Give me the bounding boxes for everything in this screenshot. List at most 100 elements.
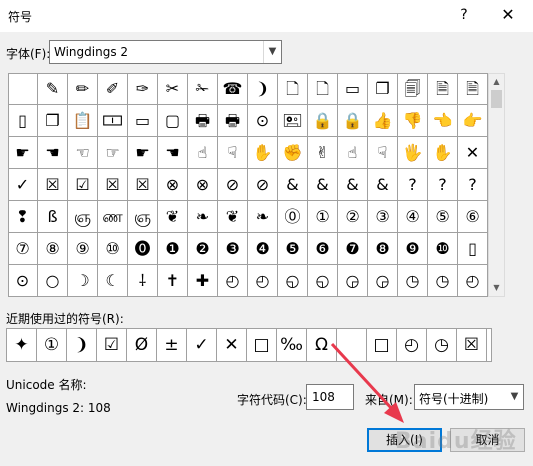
symbol-cell[interactable]: ❻: [308, 233, 338, 265]
symbol-cell[interactable]: ☎: [218, 73, 248, 105]
recent-symbol-cell[interactable]: ❩: [67, 329, 97, 361]
symbol-cell[interactable]: 🖐: [398, 137, 428, 169]
symbol-cell[interactable]: ⑥: [458, 201, 488, 233]
recent-symbol-cell[interactable]: ✕: [217, 329, 247, 361]
recent-symbol-cell[interactable]: ‰: [277, 329, 307, 361]
symbol-cell[interactable]: 👎: [398, 105, 428, 137]
symbol-cell[interactable]: ⊗: [158, 169, 188, 201]
symbol-cell[interactable]: 🗋: [278, 73, 308, 105]
symbol-cell[interactable]: ◴: [248, 265, 278, 297]
symbol-cell[interactable]: 👈: [428, 105, 458, 137]
recent-symbol-cell[interactable]: □: [367, 329, 397, 361]
symbol-cell[interactable]: &: [278, 169, 308, 201]
recent-symbol-cell[interactable]: Ω: [307, 329, 337, 361]
symbol-cell[interactable]: ⑩: [98, 233, 128, 265]
symbol-cell[interactable]: ⑨: [68, 233, 98, 265]
symbol-cell[interactable]: 👉: [458, 105, 488, 137]
symbol-cell[interactable]: ▭: [338, 73, 368, 105]
symbol-cell[interactable]: ◴: [458, 265, 488, 297]
symbol-cell[interactable]: ◴: [218, 265, 248, 297]
symbol-cell[interactable]: ❐: [368, 73, 398, 105]
recent-symbol-cell[interactable]: □: [247, 329, 277, 361]
symbol-cell[interactable]: ❼: [338, 233, 368, 265]
scroll-up-icon[interactable]: ▲: [489, 74, 504, 90]
symbol-cell[interactable]: ☜: [68, 137, 98, 169]
symbol-cell[interactable]: ண: [98, 201, 128, 233]
symbol-cell[interactable]: ▯: [8, 105, 38, 137]
symbol-cell[interactable]: 🖶: [188, 105, 218, 137]
symbol-cell[interactable]: ☚: [38, 137, 68, 169]
symbol-cell[interactable]: ◷: [398, 265, 428, 297]
symbol-cell[interactable]: ✋: [428, 137, 458, 169]
char-code-input[interactable]: 108: [306, 384, 354, 410]
symbol-cell[interactable]: ❹: [248, 233, 278, 265]
symbol-cell[interactable]: 👍: [368, 105, 398, 137]
symbol-cell[interactable]: ❩: [248, 73, 278, 105]
symbol-cell[interactable]: ▢: [158, 105, 188, 137]
symbol-cell[interactable]: ☟: [218, 137, 248, 169]
symbol-cell[interactable]: ⸸: [128, 265, 158, 297]
symbol-cell[interactable]: ✓: [8, 169, 38, 201]
symbol-cell[interactable]: ⓪: [278, 201, 308, 233]
symbol-cell[interactable]: ✕: [458, 137, 488, 169]
symbol-cell[interactable]: ❧: [248, 201, 278, 233]
symbol-cell[interactable]: ☒: [98, 169, 128, 201]
scroll-down-icon[interactable]: ▼: [489, 280, 504, 296]
symbol-cell[interactable]: ☛: [8, 137, 38, 169]
recent-symbol-cell[interactable]: [337, 329, 367, 361]
chevron-down-icon[interactable]: ▼: [263, 41, 281, 63]
symbol-cell[interactable]: ß: [38, 201, 68, 233]
help-button[interactable]: ?: [454, 4, 474, 26]
from-dropdown[interactable]: 符号(十进制) ▼: [414, 384, 524, 410]
symbol-cell[interactable]: ❶: [158, 233, 188, 265]
symbol-cell[interactable]: ❾: [398, 233, 428, 265]
symbol-cell[interactable]: ☟: [368, 137, 398, 169]
symbol-cell[interactable]: ☛: [128, 137, 158, 169]
symbol-cell[interactable]: ❦: [218, 201, 248, 233]
symbol-cell[interactable]: ❷: [188, 233, 218, 265]
symbol-cell[interactable]: ஞ: [68, 201, 98, 233]
symbol-cell[interactable]: ☾: [98, 265, 128, 297]
symbol-cell[interactable]: ○: [38, 265, 68, 297]
recent-symbol-cell[interactable]: ✦: [7, 329, 37, 361]
insert-button[interactable]: 插入(I): [367, 428, 442, 452]
symbol-cell[interactable]: ⑦: [8, 233, 38, 265]
recent-symbol-cell[interactable]: ✓: [187, 329, 217, 361]
symbol-cell[interactable]: ✑: [128, 73, 158, 105]
symbol-cell[interactable]: 🔒: [308, 105, 338, 137]
symbol-cell[interactable]: ❦: [158, 201, 188, 233]
symbol-cell[interactable]: ✁: [188, 73, 218, 105]
grid-scrollbar[interactable]: ▲ ▼: [488, 73, 505, 297]
recent-symbol-cell[interactable]: ☑: [97, 329, 127, 361]
symbol-cell[interactable]: 🗎: [428, 73, 458, 105]
symbol-cell[interactable]: ❺: [278, 233, 308, 265]
symbol-cell[interactable]: ◷: [428, 265, 458, 297]
symbol-cell[interactable]: ⊗: [188, 169, 218, 201]
recent-symbol-cell[interactable]: ①: [37, 329, 67, 361]
symbol-cell[interactable]: ✚: [188, 265, 218, 297]
symbol-cell[interactable]: ✐: [98, 73, 128, 105]
recent-symbol-cell[interactable]: ±: [157, 329, 187, 361]
symbol-cell[interactable]: 📋: [68, 105, 98, 137]
symbol-cell[interactable]: 🗐: [398, 73, 428, 105]
symbol-cell[interactable]: 🖭: [278, 105, 308, 137]
symbol-cell[interactable]: ✏: [68, 73, 98, 105]
symbol-cell[interactable]: ❢: [8, 201, 38, 233]
symbol-cell[interactable]: ✂: [158, 73, 188, 105]
symbol-cell[interactable]: ◵: [308, 265, 338, 297]
symbol-cell[interactable]: ✋: [248, 137, 278, 169]
symbol-cell[interactable]: 🀱: [98, 105, 128, 137]
symbol-cell[interactable]: ⑤: [428, 201, 458, 233]
recent-symbol-cell[interactable]: Ø: [127, 329, 157, 361]
symbol-cell[interactable]: &: [368, 169, 398, 201]
symbol-cell[interactable]: ?: [458, 169, 488, 201]
symbol-cell[interactable]: ☚: [158, 137, 188, 169]
symbol-cell[interactable]: ❧: [188, 201, 218, 233]
symbol-cell[interactable]: &: [308, 169, 338, 201]
symbol-cell[interactable]: ☒: [128, 169, 158, 201]
symbol-cell[interactable]: ❐: [38, 105, 68, 137]
symbol-cell[interactable]: ◵: [278, 265, 308, 297]
symbol-cell[interactable]: ⓿: [128, 233, 158, 265]
symbol-cell[interactable]: ✎: [38, 73, 68, 105]
symbol-cell[interactable]: ?: [428, 169, 458, 201]
